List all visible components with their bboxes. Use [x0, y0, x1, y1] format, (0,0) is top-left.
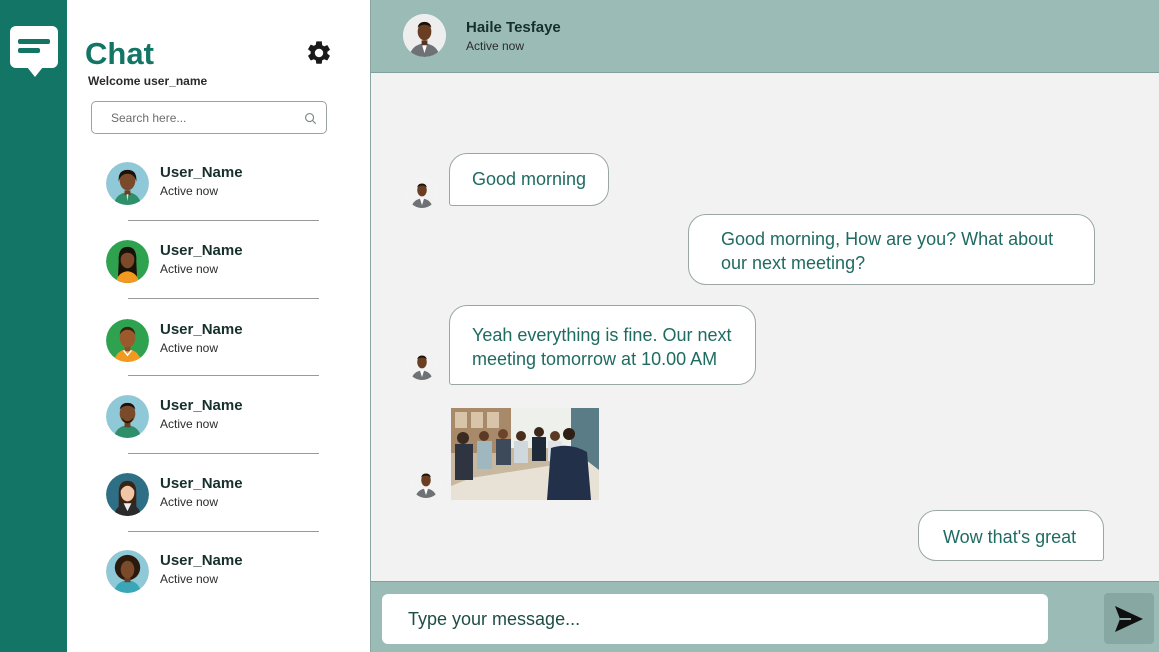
- avatar-woman-2: [106, 240, 149, 283]
- contact-item[interactable]: User_Name Active now: [106, 473, 346, 533]
- message-bubble-incoming: Good morning: [449, 153, 610, 206]
- contact-item[interactable]: User_Name Active now: [106, 550, 346, 610]
- divider: [128, 220, 319, 221]
- app-title: Chat: [85, 36, 154, 71]
- message-text-line: Yeah everything is fine. Our next: [472, 325, 732, 345]
- avatar-man-1: [106, 319, 149, 362]
- search-icon[interactable]: [304, 112, 317, 125]
- message-bubble-incoming: Yeah everything is fine. Our next meetin…: [449, 305, 756, 385]
- message-text-line: Good morning, How are you? What about: [721, 229, 1054, 249]
- contact-status: Active now: [160, 572, 219, 586]
- message-bubble-outgoing: Good morning, How are you? What about ou…: [688, 214, 1095, 285]
- divider: [128, 298, 319, 299]
- contact-status: Active now: [160, 262, 219, 276]
- message-text-line: our next meeting?: [721, 253, 866, 273]
- contact-name: User_Name: [160, 552, 243, 569]
- sidebar: Chat Welcome user_name User_Name Active …: [67, 0, 370, 652]
- message-text: Good morning: [472, 169, 587, 189]
- search-box: [91, 101, 327, 134]
- divider: [128, 375, 319, 376]
- divider: [128, 453, 319, 454]
- chat-contact-name: Haile Tesfaye: [466, 19, 561, 36]
- send-button[interactable]: [1104, 593, 1154, 644]
- message-text: Wow that's great: [943, 527, 1077, 547]
- gear-icon[interactable]: [305, 39, 333, 67]
- divider: [128, 531, 319, 532]
- contact-item[interactable]: User_Name Active now: [106, 240, 346, 300]
- send-icon: [1115, 606, 1143, 632]
- chat-contact-status: Active now: [466, 39, 525, 53]
- contact-item[interactable]: User_Name Active now: [106, 162, 346, 222]
- contact-status: Active now: [160, 341, 219, 355]
- sender-avatar: [411, 468, 441, 498]
- sender-avatar: [407, 178, 437, 208]
- contact-status: Active now: [160, 495, 219, 509]
- avatar-man-2: [106, 395, 149, 438]
- avatar-woman-3: [106, 473, 149, 516]
- contact-avatar[interactable]: [403, 14, 446, 57]
- welcome-text: Welcome user_name: [88, 74, 208, 88]
- chat-panel: Haile Tesfaye Active now Good morning Go…: [370, 0, 1159, 652]
- contact-status: Active now: [160, 184, 219, 198]
- contact-status: Active now: [160, 417, 219, 431]
- contact-name: User_Name: [160, 321, 243, 338]
- contact-name: User_Name: [160, 242, 243, 259]
- avatar-woman-1: [106, 162, 149, 205]
- contact-name: User_Name: [160, 397, 243, 414]
- app-rail: [0, 0, 67, 652]
- contact-name: User_Name: [160, 164, 243, 181]
- message-text-line: meeting tomorrow at 10.00 AM: [472, 349, 718, 369]
- chat-bubble-icon: [10, 26, 58, 77]
- contact-item[interactable]: User_Name Active now: [106, 319, 346, 379]
- message-input[interactable]: [382, 594, 1048, 644]
- message-composer: [371, 581, 1159, 652]
- meeting-photo[interactable]: [451, 408, 599, 500]
- contact-name: User_Name: [160, 475, 243, 492]
- sender-avatar: [407, 350, 437, 380]
- avatar-woman-4: [106, 550, 149, 593]
- chat-header: Haile Tesfaye Active now: [371, 0, 1159, 73]
- message-bubble-outgoing: Wow that's great: [918, 510, 1104, 561]
- search-input[interactable]: [111, 109, 301, 127]
- contact-item[interactable]: User_Name Active now: [106, 395, 346, 455]
